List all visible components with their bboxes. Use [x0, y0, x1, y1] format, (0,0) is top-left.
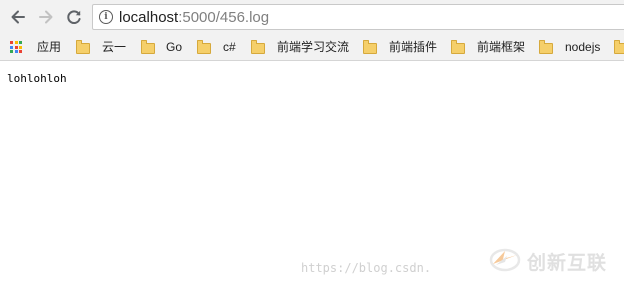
folder-icon	[363, 39, 377, 54]
reload-icon	[67, 10, 81, 24]
bookmarks-bar: 应用 云一 Go c# 前端学习交流 前端插件 前端框架 nodejs	[0, 34, 624, 61]
url-host: localhost	[119, 9, 179, 26]
bookmark-folder[interactable]: 前端插件	[363, 39, 437, 55]
browser-toolbar: i localhost:5000/456.log	[0, 0, 624, 34]
bookmark-folder[interactable]: nodejs	[539, 39, 600, 55]
folder-icon	[251, 39, 265, 54]
folder-icon	[197, 39, 211, 54]
bookmark-label: 前端学习交流	[277, 40, 350, 54]
url-text[interactable]: localhost:5000/456.log	[119, 9, 269, 26]
folder-icon	[614, 39, 624, 54]
bookmark-label: c#	[223, 40, 236, 54]
back-button[interactable]	[6, 5, 30, 29]
folder-icon	[451, 39, 465, 54]
folder-icon	[141, 39, 155, 54]
url-path: :5000/456.log	[178, 9, 270, 26]
forward-button[interactable]	[34, 5, 58, 29]
bookmark-folder[interactable]: Go	[141, 39, 182, 55]
bookmark-label: 云一	[102, 40, 127, 54]
bookmark-folder[interactable]: 云一	[76, 39, 126, 55]
bookmark-label: 前端框架	[477, 40, 526, 54]
bookmark-folder[interactable]	[614, 39, 624, 55]
watermark-brand: 创新互联	[527, 252, 608, 274]
arrow-left-icon	[11, 10, 25, 24]
bookmark-folder[interactable]: 前端框架	[451, 39, 525, 55]
brand-logo-icon	[489, 248, 521, 272]
page-content: lohlohloh	[7, 72, 67, 85]
bookmark-label: Go	[166, 40, 183, 54]
bookmark-apps[interactable]: 应用	[10, 39, 61, 55]
apps-grid-icon	[10, 41, 22, 53]
arrow-right-icon	[39, 10, 53, 24]
folder-icon	[539, 39, 553, 54]
info-icon[interactable]: i	[99, 10, 113, 24]
bookmark-folder[interactable]: 前端学习交流	[251, 39, 349, 55]
bookmark-label: nodejs	[565, 40, 601, 54]
folder-icon	[76, 39, 90, 54]
bookmark-label: 前端插件	[389, 40, 438, 54]
bookmark-folder[interactable]: c#	[197, 39, 236, 55]
bookmark-label: 应用	[37, 40, 62, 54]
address-bar[interactable]: i localhost:5000/456.log	[92, 4, 624, 30]
reload-button[interactable]	[62, 5, 86, 29]
watermark-url: https://blog.csdn.	[301, 261, 432, 275]
